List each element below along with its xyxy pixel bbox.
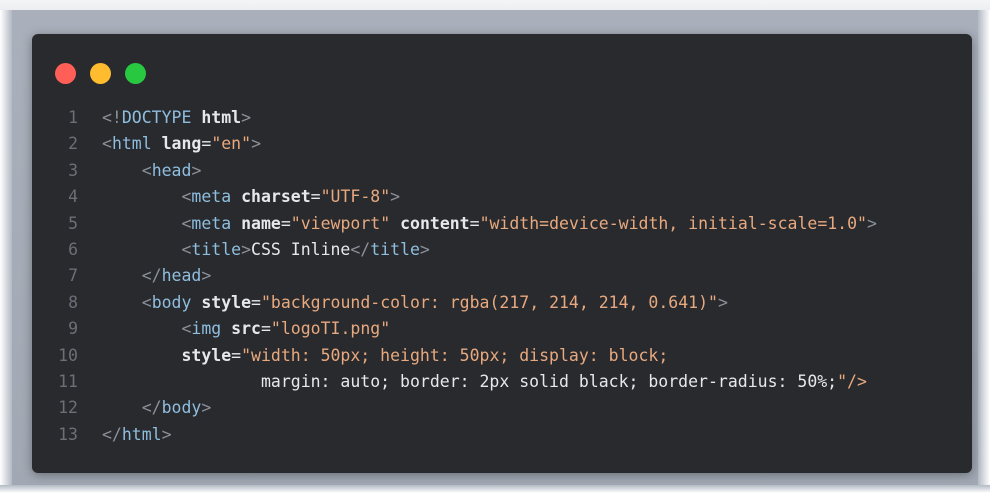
- line-number: 12: [58, 398, 78, 418]
- code-line-text: <img src="logoTI.png": [181, 319, 391, 339]
- code-line-text: margin: auto; border: 2px solid black; b…: [260, 371, 867, 391]
- minimize-window-button[interactable]: [90, 63, 111, 84]
- code-line-text: <head>: [141, 160, 202, 180]
- code-line: 11 margin: auto; border: 2px solid black…: [32, 369, 972, 395]
- backdrop-edge-right: [978, 10, 990, 493]
- code-line: 7 </head>: [32, 263, 972, 289]
- window-controls: [55, 63, 146, 84]
- line-number: 11: [58, 371, 78, 391]
- code-line-text: </body>: [141, 398, 212, 418]
- backdrop-edge-bottom: [0, 485, 990, 493]
- line-number: 8: [68, 292, 78, 312]
- code-line: 5 <meta name="viewport" content="width=d…: [32, 211, 972, 237]
- code-block[interactable]: 1 <!DOCTYPE html> 2 <html lang="en"> 3 <head…: [32, 105, 972, 448]
- line-number: 1: [68, 108, 78, 127]
- line-number: 7: [68, 266, 78, 286]
- code-line: 2 <html lang="en">: [32, 131, 972, 157]
- code-line: 1 <!DOCTYPE html>: [32, 105, 972, 131]
- code-line-text: </html>: [102, 424, 172, 444]
- code-line: 8 <body style="background-color: rgba(21…: [32, 290, 972, 316]
- code-line: 12 </body>: [32, 395, 972, 421]
- code-line-text: <!DOCTYPE html>: [102, 108, 252, 127]
- code-line-text: <body style="background-color: rgba(217,…: [141, 292, 728, 312]
- code-line: 4 <meta charset="UTF-8">: [32, 184, 972, 210]
- code-line-text: <title>CSS Inline</title>: [181, 239, 430, 259]
- code-line-text: style="width: 50px; height: 50px; displa…: [181, 345, 669, 365]
- code-line-text: </head>: [141, 266, 212, 286]
- code-line: 3 <head>: [32, 158, 972, 184]
- line-number: 5: [68, 213, 78, 233]
- code-line-text: <meta name="viewport" content="width=dev…: [181, 213, 877, 233]
- line-number: 13: [58, 424, 78, 444]
- code-line: 6 <title>CSS Inline</title>: [32, 237, 972, 263]
- line-number: 9: [68, 319, 78, 339]
- code-line-text: <meta charset="UTF-8">: [181, 187, 401, 207]
- line-number: 6: [68, 239, 78, 259]
- code-line: 9 <img src="logoTI.png": [32, 316, 972, 342]
- line-number: 3: [68, 160, 78, 180]
- code-line-text: <html lang="en">: [102, 134, 261, 154]
- maximize-window-button[interactable]: [125, 63, 146, 84]
- code-line: 10 style="width: 50px; height: 50px; dis…: [32, 343, 972, 369]
- line-number: 2: [68, 134, 78, 154]
- line-number: 10: [58, 345, 78, 365]
- close-window-button[interactable]: [55, 63, 76, 84]
- backdrop-edge-left: [0, 10, 12, 493]
- code-line: 13 </html>: [32, 422, 972, 448]
- line-number: 4: [68, 187, 78, 207]
- code-editor-window: 1 <!DOCTYPE html> 2 <html lang="en"> 3 <head…: [32, 34, 972, 473]
